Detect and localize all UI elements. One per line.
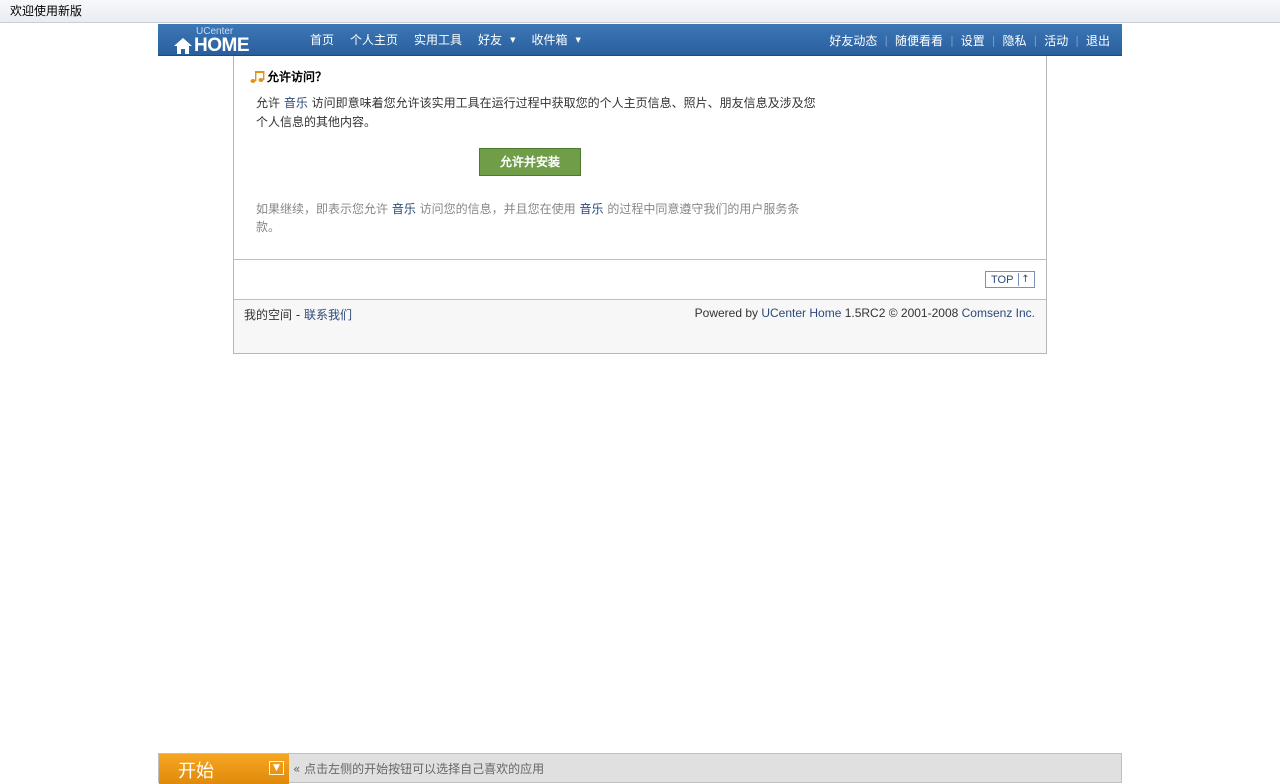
footer-links: 我的空间 - 联系我们: [244, 308, 352, 322]
nav-privacy[interactable]: 隐私: [1003, 32, 1027, 49]
top-label: TOP: [991, 273, 1014, 286]
start-button[interactable]: 开始 ▼: [159, 754, 289, 784]
main-content: 允许访问？ 允许 音乐 访问即意味着您允许该实用工具在运行过程中获取您的个人主页…: [233, 56, 1047, 354]
arrow-up-icon: ↑: [1018, 273, 1032, 286]
nav-separator: |: [991, 33, 996, 47]
nav-events[interactable]: 活动: [1044, 32, 1068, 49]
copyright: Powered by UCenter Home 1.5RC2 © 2001-20…: [694, 306, 1035, 320]
ucenter-home-logo[interactable]: UCenter HOME: [174, 26, 264, 56]
start-label: 开始: [178, 761, 214, 782]
chevron-down-icon[interactable]: ▼: [269, 761, 284, 775]
nav-profile[interactable]: 个人主页: [342, 24, 406, 56]
nav-logout[interactable]: 退出: [1086, 32, 1110, 49]
browser-title-bar: 欢迎使用新版: [0, 0, 1280, 23]
nav-tools[interactable]: 实用工具: [406, 24, 470, 56]
caret-down-icon[interactable]: ▼: [575, 24, 580, 56]
nav-home[interactable]: 首页: [302, 24, 342, 56]
nav-separator: |: [1075, 33, 1079, 47]
nav-inbox[interactable]: 收件箱 ▼: [523, 24, 588, 56]
app-dock: 开始 ▼ « 点击左侧的开始按钮可以选择自己喜欢的应用: [158, 753, 1122, 784]
logo-home-text: HOME: [194, 35, 250, 56]
user-nav: 好友动态 | 随便看看 | 设置 | 隐私 | 活动 | 退出: [829, 24, 1110, 56]
nav-browse[interactable]: 随便看看: [895, 32, 943, 49]
page-title: 允许访问？: [250, 68, 327, 85]
divider: [234, 259, 1046, 260]
nav-settings[interactable]: 设置: [961, 32, 985, 49]
allow-install-button[interactable]: 允许并安装: [479, 148, 581, 176]
browser-title: 欢迎使用新版: [10, 4, 83, 18]
nav-friends[interactable]: 好友 ▼: [470, 24, 523, 56]
site-header: UCenter HOME 首页 个人主页 实用工具 好友 ▼ 收件箱 ▼ 好友动态 …: [158, 24, 1122, 56]
nav-friend-feed[interactable]: 好友动态: [829, 32, 877, 49]
terms-notice: 如果继续，即表示您允许 音乐 访问您的信息，并且您在使用 音乐 的过程中同意遵守…: [256, 202, 800, 234]
nav-separator: |: [950, 33, 954, 47]
app-link[interactable]: 音乐: [579, 202, 603, 216]
dock-hint: « 点击左侧的开始按钮可以选择自己喜欢的应用: [293, 762, 545, 776]
my-space-text: 我的空间: [244, 308, 293, 322]
comsenz-link[interactable]: Comsenz Inc.: [962, 306, 1035, 320]
nav-separator: |: [1033, 33, 1038, 47]
ucenter-home-link[interactable]: UCenter Home: [761, 306, 841, 320]
permission-description: 允许 音乐 访问即意味着您允许该实用工具在运行过程中获取您的个人主页信息、照片、…: [256, 96, 816, 129]
footer: 我的空间 - 联系我们 Powered by UCenter Home 1.5R…: [234, 299, 1046, 353]
house-icon: [174, 38, 192, 54]
music-note-icon: [250, 70, 265, 83]
nav-separator: |: [884, 33, 889, 47]
caret-down-icon[interactable]: ▼: [510, 24, 515, 56]
contact-us-link[interactable]: 联系我们: [304, 308, 352, 322]
main-nav: 首页 个人主页 实用工具 好友 ▼ 收件箱 ▼: [302, 24, 589, 56]
back-to-top-button[interactable]: TOP ↑: [985, 271, 1035, 288]
app-link[interactable]: 音乐: [284, 96, 308, 110]
app-link[interactable]: 音乐: [392, 202, 416, 216]
